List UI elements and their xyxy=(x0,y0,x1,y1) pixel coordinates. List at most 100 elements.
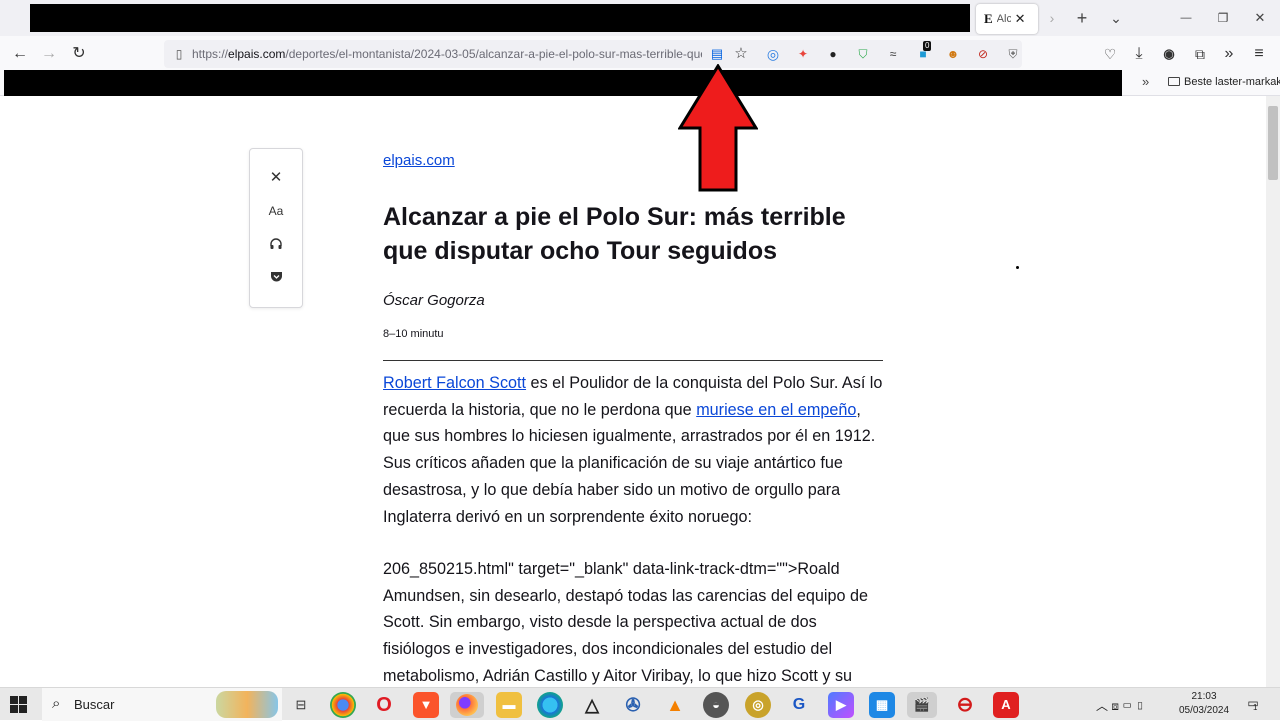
edge-icon[interactable] xyxy=(537,692,563,718)
stray-dot xyxy=(1016,266,1019,269)
blue-app-icon[interactable]: ▦ xyxy=(869,692,895,718)
site-link[interactable]: elpais.com xyxy=(383,152,455,169)
task-view-icon[interactable]: ⊟ xyxy=(288,692,314,718)
save-to-pocket-button[interactable] xyxy=(262,264,290,290)
search-label: Buscar xyxy=(74,697,115,712)
close-reader-button[interactable]: ✕ xyxy=(262,165,290,191)
navigation-toolbar: ← → ↻ ▯ https://elpais.com/deportes/el-m… xyxy=(0,36,1280,70)
url-path: /deportes/el-montanista/2024-03-05/alcan… xyxy=(285,47,702,61)
extension-colorful-icon[interactable]: ✦ xyxy=(794,45,812,63)
link-robert-falcon-scott[interactable]: Robert Falcon Scott xyxy=(383,374,526,392)
bookmark-star-icon[interactable]: ☆ xyxy=(732,45,750,63)
file-explorer-icon[interactable]: ▬ xyxy=(496,692,522,718)
reload-button[interactable]: ↻ xyxy=(68,43,90,65)
record-app-icon[interactable]: ⊖ xyxy=(952,692,978,718)
windows-logo-pane xyxy=(19,696,27,704)
reading-time: 8–10 minutu xyxy=(383,328,444,340)
url-bar[interactable]: ▯ https://elpais.com/deportes/el-montani… xyxy=(164,40,1022,68)
extension-shield-grey-icon[interactable]: ⛨ xyxy=(1004,45,1022,63)
notification-count: 1 xyxy=(1253,703,1258,712)
windows-logo-pane xyxy=(19,705,27,713)
clock-date: 05/03/2024 xyxy=(1178,705,1230,716)
new-tab-button[interactable]: + xyxy=(1072,8,1092,28)
reader-toolbar: ✕ Aa xyxy=(249,148,303,308)
pocket-icon xyxy=(270,272,282,282)
search-icon: ⌕ xyxy=(52,695,61,712)
extension-block-icon[interactable]: ⊘ xyxy=(974,45,992,63)
search-highlight-image xyxy=(216,691,278,718)
coin-app-icon[interactable]: ◎ xyxy=(745,692,771,718)
tools-app-icon[interactable]: ✇ xyxy=(620,692,646,718)
brave-icon[interactable]: ▼ xyxy=(413,692,439,718)
close-window-button[interactable]: ✕ xyxy=(1250,8,1270,28)
article-paragraph: 206_850215.html" target="_blank" data-li… xyxy=(383,560,869,685)
narrate-button[interactable] xyxy=(262,232,290,258)
url-domain: elpais.com xyxy=(228,47,286,61)
extension-circle-icon[interactable]: ◎ xyxy=(764,45,782,63)
page-icon[interactable]: ▯ xyxy=(170,45,188,63)
purple-app-icon[interactable]: ▶ xyxy=(828,692,854,718)
firefox-taskbar-button[interactable] xyxy=(450,692,484,718)
bookmarks-folder-label: Beste laster-markak xyxy=(1184,76,1280,88)
start-button[interactable] xyxy=(10,696,28,714)
overflow-icon[interactable]: » xyxy=(1218,43,1240,65)
taskbar: ⌕ Buscar ⊟ O ▼ ▬ △ ✇ ▲ ◒ ◎ G ▶ ▦ 🎬 ⊖ A ︿… xyxy=(0,687,1280,721)
restore-button[interactable]: ❐ xyxy=(1213,8,1233,28)
tab-close-button[interactable]: ✕ xyxy=(1015,11,1026,27)
folder-icon xyxy=(1168,77,1180,86)
url-field[interactable]: https://elpais.com/deportes/el-montanist… xyxy=(192,47,702,61)
windows-logo-icon xyxy=(10,696,18,704)
bookmarks-overflow-button[interactable]: » xyxy=(1142,74,1149,89)
pocket-icon[interactable]: ♡ xyxy=(1099,43,1121,65)
chrome-icon[interactable] xyxy=(330,692,356,718)
clock[interactable]: 21:03 05/03/2024 xyxy=(1176,690,1232,718)
article-author: Óscar Gogorza xyxy=(383,292,485,309)
notification-icon[interactable]: ▭ 1 xyxy=(1244,696,1262,712)
reader-view-content: ✕ Aa elpais.com Alcanzar a pie el Polo S… xyxy=(0,96,1266,687)
windows-logo-pane xyxy=(10,705,18,713)
reader-view-icon[interactable]: ▤ xyxy=(708,45,726,63)
list-all-tabs-button[interactable]: ⌄ xyxy=(1106,8,1126,28)
extension-shield-icon[interactable]: ⛉ xyxy=(854,45,872,63)
extension-puzzle-badge-icon[interactable]: ■ 0 xyxy=(914,41,932,63)
minimize-button[interactable]: — xyxy=(1176,8,1196,28)
triangle-app-icon[interactable]: △ xyxy=(579,692,605,718)
extension-badge: 0 xyxy=(923,41,932,51)
bookmarks-folder[interactable]: Beste laster-markak xyxy=(1168,76,1280,88)
forward-button[interactable]: → xyxy=(38,43,60,65)
scrollbar[interactable] xyxy=(1266,96,1280,687)
link-muriese-en-el-empeno[interactable]: muriese en el empeño xyxy=(696,401,856,419)
menu-icon[interactable]: ≡ xyxy=(1248,43,1270,65)
opera-icon[interactable]: O xyxy=(371,692,397,718)
network-icon[interactable]: ⧈ xyxy=(1111,699,1119,713)
downloads-icon[interactable]: ⤓ xyxy=(1128,43,1150,65)
tab-bar: E Alcanzar a pie el Polo Sur: más terrib… xyxy=(0,0,1280,36)
type-controls-button[interactable]: Aa xyxy=(262,198,290,224)
article-paragraph: Robert Falcon Scott es el Poulidor de la… xyxy=(383,370,883,530)
extension-face-icon[interactable]: ☻ xyxy=(944,45,962,63)
taskbar-search[interactable]: ⌕ Buscar xyxy=(42,688,282,721)
extension-dots-icon[interactable]: ● xyxy=(824,45,842,63)
video-editor-icon[interactable]: 🎬 xyxy=(907,692,937,718)
account-icon[interactable]: ◉ xyxy=(1158,43,1180,65)
pdf-app-icon[interactable]: A xyxy=(993,692,1019,718)
vlc-icon[interactable]: ▲ xyxy=(662,692,688,718)
search-app-icon[interactable]: G xyxy=(786,692,812,718)
tray-overflow-icon[interactable]: ︿ xyxy=(1096,699,1108,713)
system-tray[interactable]: ︿ ⧈ ▭ ▯ xyxy=(1096,697,1145,714)
paragraph-text: , que sus hombres lo hiciesen igualmente… xyxy=(383,400,876,526)
globe-app-icon[interactable]: ◒ xyxy=(703,692,729,718)
tab-title: Alcanzar a pie el Polo Sur: más terrible… xyxy=(996,13,1011,25)
tab-favicon: E xyxy=(984,11,993,26)
article-headline: Alcanzar a pie el Polo Sur: más terrible… xyxy=(383,203,846,265)
extensions-icon[interactable]: ⧉ xyxy=(1189,43,1211,65)
firefox-icon xyxy=(456,694,478,716)
active-tab[interactable]: E Alcanzar a pie el Polo Sur: más terrib… xyxy=(976,4,1038,34)
back-button[interactable]: ← xyxy=(9,43,31,65)
tab-scroll-right-icon[interactable]: › xyxy=(1042,8,1062,28)
scrollbar-thumb[interactable] xyxy=(1268,106,1278,180)
display-icon[interactable]: ▭ xyxy=(1122,699,1132,713)
red-arrow-annotation xyxy=(678,64,758,192)
extension-bird-icon[interactable]: ≈ xyxy=(884,45,902,63)
battery-icon[interactable]: ▯ xyxy=(1135,699,1145,713)
